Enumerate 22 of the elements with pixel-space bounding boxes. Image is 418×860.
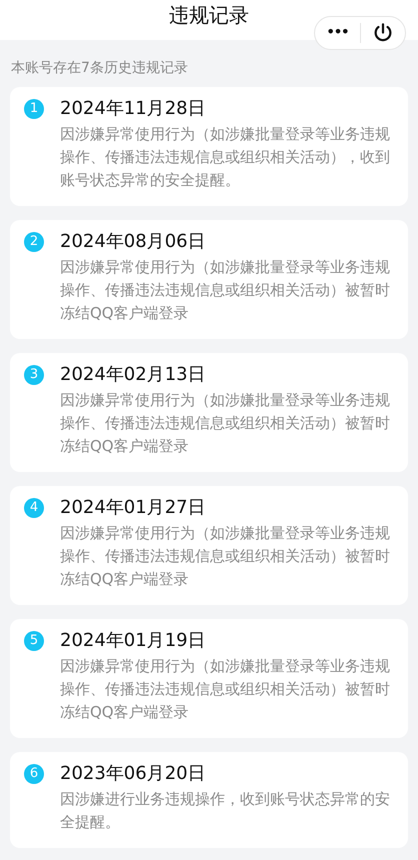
- index-badge: 2: [24, 232, 44, 252]
- page-title: 违规记录: [169, 2, 249, 29]
- record-description: 因涉嫌进行业务违规操作，收到账号状态异常的安全提醒。: [60, 789, 391, 833]
- record-description: 因涉嫌异常使用行为（如涉嫌批量登录等业务违规操作、传播违法违规信息或组织相关活动）被暂时冻结QQ客户端登录: [60, 523, 391, 590]
- record-date: 2024年01月27日: [60, 496, 207, 520]
- index-badge: 4: [24, 498, 44, 518]
- index-badge: 5: [24, 631, 44, 651]
- index-badge: 3: [24, 365, 44, 385]
- power-icon: [372, 22, 394, 44]
- record-date: 2023年06月20日: [60, 762, 207, 786]
- record-description: 因涉嫌异常使用行为（如涉嫌批量登录等业务违规操作、传播违法违规信息或组织相关活动）被暂时冻结QQ客户端登录: [60, 257, 391, 324]
- summary-text: 本账号存在7条历史违规记录: [11, 60, 188, 76]
- record-description: 因涉嫌异常使用行为（如涉嫌批量登录等业务违规操作、传播违法违规信息或组织相关活动）被暂时冻结QQ客户端登录: [60, 656, 391, 723]
- more-button[interactable]: •••: [315, 17, 360, 49]
- index-badge: 1: [24, 99, 44, 119]
- index-badge: 6: [24, 764, 44, 784]
- record-date: 2024年01月19日: [60, 629, 207, 653]
- record-date: 2024年11月28日: [60, 97, 207, 121]
- record-date: 2024年08月06日: [60, 230, 207, 254]
- record-description: 因涉嫌异常使用行为（如涉嫌批量登录等业务违规操作、传播违法违规信息或组织相关活动），收到账号状态异常的安全提醒。: [60, 124, 391, 191]
- record-date: 2024年02月13日: [60, 363, 207, 387]
- record-description: 因涉嫌异常使用行为（如涉嫌批量登录等业务违规操作、传播违法违规信息或组织相关活动）被暂时冻结QQ客户端登录: [60, 390, 391, 457]
